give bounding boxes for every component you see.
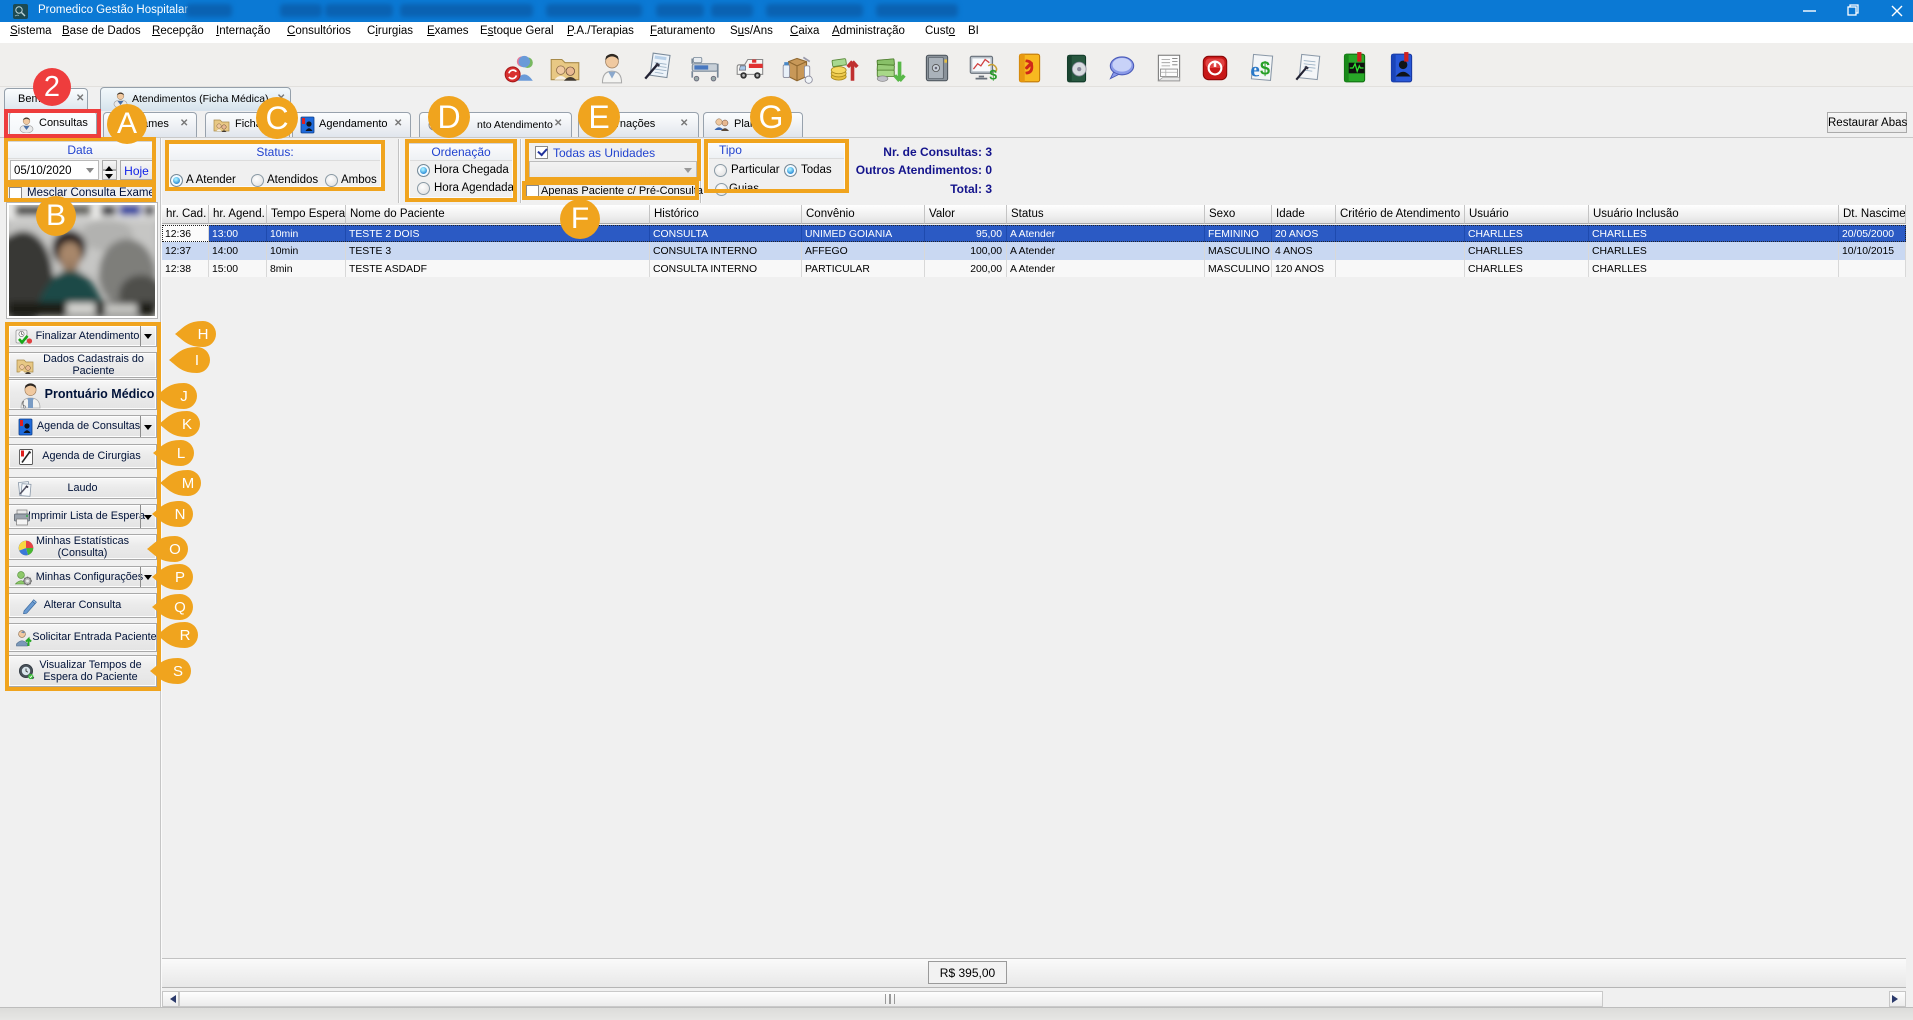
svg-text:O: O bbox=[169, 541, 181, 558]
svg-text:I: I bbox=[195, 352, 199, 369]
svg-text:$: $ bbox=[989, 67, 997, 83]
svg-text:R: R bbox=[180, 627, 191, 644]
svg-text:M: M bbox=[182, 475, 195, 492]
svg-text:$: $ bbox=[1260, 58, 1270, 78]
svg-text:K: K bbox=[182, 416, 192, 433]
svg-text:H: H bbox=[198, 326, 209, 343]
svg-text:S: S bbox=[173, 663, 183, 680]
svg-text:J: J bbox=[180, 388, 188, 405]
svg-text:P: P bbox=[175, 569, 185, 586]
svg-text:e: e bbox=[1250, 58, 1259, 82]
svg-text:N: N bbox=[175, 506, 186, 523]
svg-text:L: L bbox=[177, 445, 185, 462]
svg-text:Q: Q bbox=[174, 599, 186, 616]
